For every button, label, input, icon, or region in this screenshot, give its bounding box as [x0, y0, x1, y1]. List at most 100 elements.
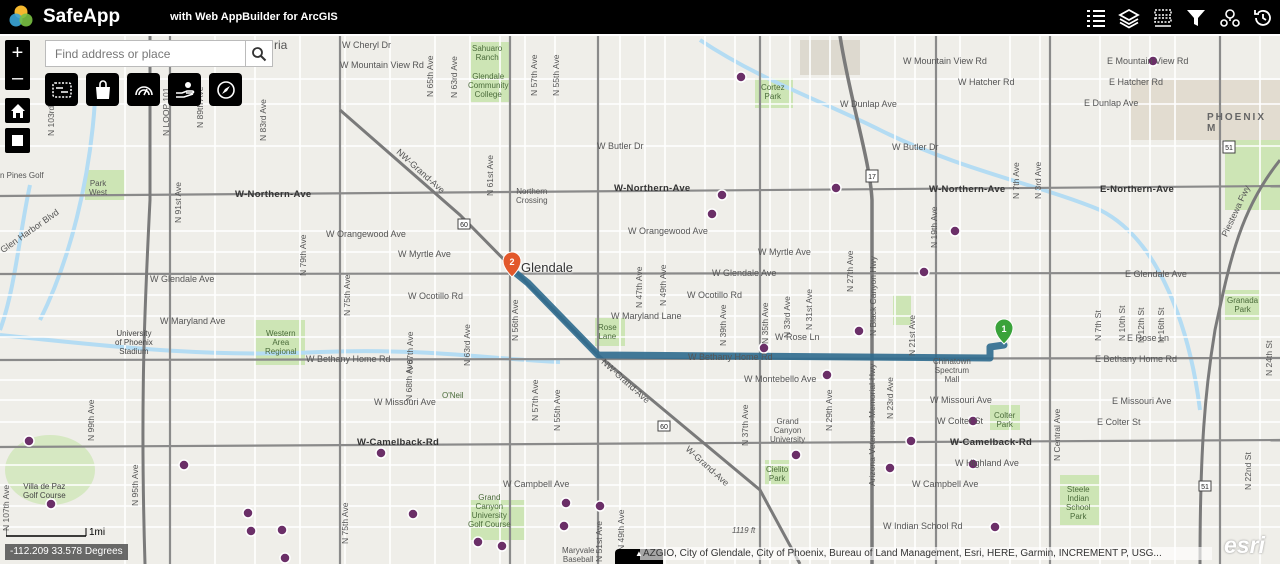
zoom-in-button[interactable]: + [5, 40, 30, 65]
road-label: N 31st Ave [804, 289, 814, 330]
app-title: SafeApp [43, 6, 121, 27]
road-label: N 107th Ave [1, 484, 11, 531]
scale-bar-label: 1mi [89, 527, 106, 538]
basemap-layers-button[interactable] [1113, 0, 1147, 36]
layer-list-button[interactable] [1079, 0, 1113, 36]
bag-widget-button[interactable] [86, 73, 119, 106]
search-input[interactable] [46, 41, 245, 66]
route-widget-icon [51, 81, 72, 98]
search-icon [252, 46, 267, 61]
history-icon [1254, 10, 1272, 26]
shopping-bag-icon [95, 79, 110, 99]
area-label: Colter Park [994, 411, 1016, 429]
area-label: ria [274, 38, 288, 52]
road-label: N 57th Ave [530, 379, 540, 421]
svg-text:51: 51 [1225, 145, 1233, 152]
area-label: Glendale Community College [468, 72, 509, 99]
road-label: E Bethany Home Rd [1095, 354, 1178, 364]
stop-icon [12, 135, 23, 146]
svg-text:60: 60 [460, 222, 468, 229]
widget-toolbar [45, 73, 242, 106]
area-label: Rose Lane [598, 323, 617, 341]
road-label: N 75th Ave [340, 502, 350, 544]
road-label: N Central Ave [1052, 408, 1062, 461]
home-button[interactable] [5, 98, 30, 123]
city-label: PHOENIX M [1207, 112, 1267, 134]
route-line [508, 266, 1008, 362]
road-label: E Colter St [1097, 417, 1141, 427]
road-label: W Dunlap Ave [840, 99, 897, 109]
route-widget-button[interactable] [45, 73, 78, 106]
stop-button[interactable] [5, 128, 30, 153]
road-label: N 55th Ave [551, 54, 561, 96]
layer-list-icon [1086, 10, 1105, 27]
coordinate-readout: -112.209 33.578 Degrees [5, 544, 128, 560]
compass-icon [216, 80, 235, 99]
legend-icon [1154, 9, 1172, 27]
map-view[interactable]: 1 2 17 51 60 60 51 W Cheryl Dr W Mountai… [0, 36, 1280, 564]
road-label: N 95th Ave [130, 464, 140, 506]
road-label: N 16th St [1156, 307, 1166, 343]
help-widget-button[interactable] [168, 73, 201, 106]
svg-text:51: 51 [1201, 484, 1209, 491]
road-label: N 61st Ave [485, 155, 495, 196]
road-label: W Myrtle Ave [758, 247, 811, 257]
zoom-control: + – [5, 40, 30, 90]
road-label: W Hatcher Rd [958, 77, 1015, 87]
zoom-out-button[interactable]: – [5, 65, 30, 90]
road-label: N 65th Ave [425, 55, 435, 97]
svg-text:17: 17 [868, 174, 876, 181]
dashboard-gauge-icon [134, 85, 153, 95]
road-label: Arizona-Veterans-Memorial-Hwy [867, 363, 877, 486]
road-label: W Cheryl Dr [342, 40, 391, 50]
home-icon [10, 103, 25, 118]
road-label: N 22nd St [1243, 452, 1253, 490]
road-label: W-Camelback-Rd [357, 437, 440, 448]
road-label: W Maryland Ave [160, 316, 226, 326]
city-label: Glendale [521, 260, 574, 275]
history-button[interactable] [1247, 0, 1280, 36]
road-label: E Mountain View Rd [1107, 56, 1189, 66]
road-label: N 57th Ave [529, 54, 539, 96]
road-label: N 39th Ave [718, 304, 728, 346]
svg-text:60: 60 [660, 424, 668, 431]
filter-button[interactable] [1180, 0, 1214, 36]
gauge-widget-button[interactable] [127, 73, 160, 106]
road-label: W Campbell Ave [912, 479, 979, 489]
area-label: Cielito Park [766, 465, 789, 483]
road-label: N 75th Ave [342, 274, 352, 316]
end-marker-label: 2 [509, 257, 514, 267]
road-label: N 21st Ave [907, 315, 917, 356]
road-label: W Orangewood Ave [628, 226, 708, 236]
road-label: W Butler Dr [597, 141, 644, 151]
compass-widget-button[interactable] [209, 73, 242, 106]
road-label: W Orangewood Ave [326, 229, 406, 239]
start-marker-label: 1 [1001, 324, 1006, 334]
directions-icon [1219, 9, 1240, 27]
road-label: W Missouri Ave [930, 395, 992, 405]
road-label: N Black Canyon Hwy [868, 256, 878, 336]
road-label: W Highland Ave [955, 458, 1019, 468]
road-label: N 19th Ave [929, 206, 939, 248]
area-label: Steele Indian School Park [1066, 485, 1091, 521]
road-label: N 24th St [1264, 340, 1274, 376]
road-label: E Dunlap Ave [1084, 98, 1139, 108]
road-label: E Missouri Ave [1112, 396, 1172, 406]
road-label: W-Northern-Ave [235, 189, 312, 200]
road-label: N 12th St [1136, 307, 1146, 343]
directions-button[interactable] [1213, 0, 1247, 36]
road-label: N 79th Ave [298, 234, 308, 276]
filter-icon [1187, 10, 1206, 26]
area-label: Northern Crossing [516, 187, 548, 205]
road-label: W Ocotillo Rd [408, 291, 464, 301]
area-label: Chinatown Spectrum Mall [933, 357, 971, 384]
road-label: N 10th St [1117, 305, 1127, 341]
road-label: N 29th Ave [824, 389, 834, 431]
road-label: W Bethany Home Rd [688, 352, 773, 362]
road-label: W Maryland Lane [611, 311, 682, 321]
road-label: N 3rd Ave [1033, 161, 1043, 199]
search-button[interactable] [245, 41, 272, 66]
map-attribution: AZGIO, City of Glendale, City of Phoenix… [640, 547, 1212, 560]
legend-button[interactable] [1146, 0, 1180, 36]
road-label: N 27th Ave [845, 250, 855, 292]
